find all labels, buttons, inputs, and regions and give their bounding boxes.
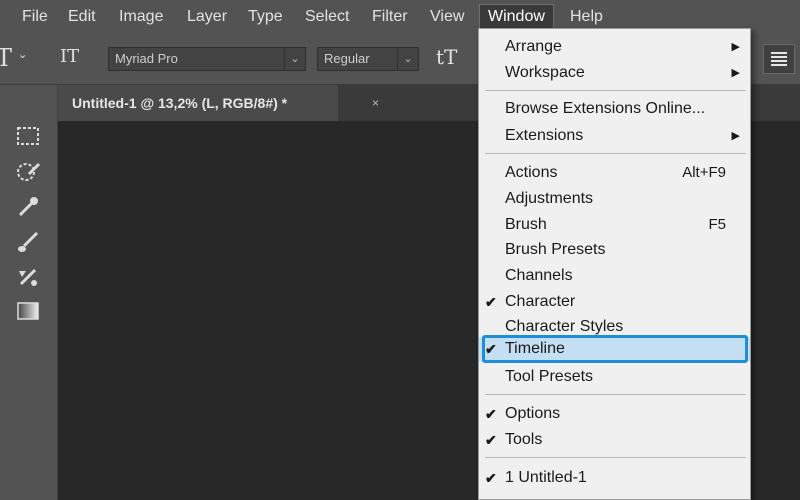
menu-window[interactable]: Window xyxy=(479,4,554,30)
menu-item-actions[interactable]: Actions Alt+F9 xyxy=(479,161,750,185)
checkmark-icon: ✔ xyxy=(485,470,497,486)
menu-item-label: Tools xyxy=(505,431,543,448)
chevron-down-icon: ⌄ xyxy=(397,48,418,70)
menu-item-label: Browse Extensions Online... xyxy=(505,100,706,117)
menu-item-options[interactable]: ✔ Options xyxy=(479,402,750,426)
menu-item-browse-extensions[interactable]: Browse Extensions Online... xyxy=(479,97,750,121)
font-style-value: Regular xyxy=(324,51,370,66)
menu-item-character[interactable]: ✔ Character xyxy=(479,290,750,314)
brush-tool-icon[interactable] xyxy=(14,230,42,258)
menu-separator xyxy=(485,90,746,91)
menu-item-label: Channels xyxy=(505,267,573,284)
menu-file[interactable]: File xyxy=(22,7,48,27)
menu-item-untitled-1[interactable]: ✔ 1 Untitled-1 xyxy=(479,466,750,490)
menu-item-label: Options xyxy=(505,405,561,422)
document-tab-title: Untitled-1 @ 13,2% (L, RGB/8#) * xyxy=(72,95,288,111)
font-family-value: Myriad Pro xyxy=(115,51,178,66)
checkmark-icon: ✔ xyxy=(485,432,497,448)
eyedropper-tool-icon[interactable] xyxy=(14,195,42,223)
menu-separator xyxy=(485,394,746,395)
tool-preset-chevron-icon[interactable]: ⌄ xyxy=(18,48,27,61)
menu-image[interactable]: Image xyxy=(119,7,163,27)
menu-item-extensions[interactable]: Extensions ▶ xyxy=(479,124,750,148)
menu-item-adjustments[interactable]: Adjustments xyxy=(479,187,750,211)
menu-select[interactable]: Select xyxy=(305,7,349,27)
font-style-select[interactable]: Regular ⌄ xyxy=(317,47,419,71)
menu-separator xyxy=(485,457,746,458)
font-family-select[interactable]: Myriad Pro ⌄ xyxy=(108,47,306,71)
menu-item-label: Adjustments xyxy=(505,190,594,207)
menu-item-label: Workspace xyxy=(505,64,585,81)
menu-separator xyxy=(485,153,746,154)
menu-item-label: Arrange xyxy=(505,38,562,55)
menu-item-label: Character xyxy=(505,293,576,310)
quick-selection-tool-icon[interactable] xyxy=(14,160,42,188)
marquee-tool-icon[interactable] xyxy=(14,125,42,153)
menu-item-label: 1 Untitled-1 xyxy=(505,469,587,486)
menu-item-label: Extensions xyxy=(505,127,584,144)
menu-item-label: Actions xyxy=(505,164,558,181)
menu-item-tools[interactable]: ✔ Tools xyxy=(479,428,750,452)
menu-view[interactable]: View xyxy=(430,7,464,27)
menu-item-arrange[interactable]: Arrange ▶ xyxy=(479,35,750,59)
menu-item-label: Brush Presets xyxy=(505,241,606,258)
menu-item-channels[interactable]: Channels xyxy=(479,264,750,288)
align-text-icon[interactable] xyxy=(763,44,795,74)
checkmark-icon: ✔ xyxy=(485,406,497,422)
menu-edit[interactable]: Edit xyxy=(68,7,96,27)
menu-filter[interactable]: Filter xyxy=(372,7,408,27)
submenu-arrow-icon: ▶ xyxy=(731,67,740,79)
clone-stamp-tool-icon[interactable] xyxy=(14,265,42,293)
window-menu-dropdown: Arrange ▶ Workspace ▶ Browse Extensions … xyxy=(478,28,751,500)
tools-panel xyxy=(0,85,58,500)
menu-item-tool-presets[interactable]: Tool Presets xyxy=(479,365,750,389)
toggle-orientation-icon[interactable]: IT xyxy=(60,46,79,67)
highlight-outline xyxy=(482,335,748,363)
menu-item-shortcut: F5 xyxy=(708,216,726,233)
menu-item-brush-presets[interactable]: Brush Presets xyxy=(479,238,750,262)
menu-item-workspace[interactable]: Workspace ▶ xyxy=(479,61,750,85)
chevron-down-icon: ⌄ xyxy=(284,48,305,70)
document-tab[interactable]: Untitled-1 @ 13,2% (L, RGB/8#) * xyxy=(58,85,338,121)
menu-type[interactable]: Type xyxy=(248,7,283,27)
submenu-arrow-icon: ▶ xyxy=(731,41,740,53)
checkmark-icon: ✔ xyxy=(485,294,497,310)
menu-item-label: Brush xyxy=(505,216,547,233)
menu-help[interactable]: Help xyxy=(570,7,603,27)
close-icon[interactable]: × xyxy=(372,85,379,121)
menu-item-brush[interactable]: Brush F5 xyxy=(479,213,750,237)
gradient-tool-icon[interactable] xyxy=(14,300,42,328)
submenu-arrow-icon: ▶ xyxy=(731,130,740,142)
menu-item-shortcut: Alt+F9 xyxy=(682,164,726,181)
menu-layer[interactable]: Layer xyxy=(187,7,227,27)
type-tool-icon[interactable]: T xyxy=(0,44,12,72)
menu-item-label: Tool Presets xyxy=(505,368,594,385)
font-size-icon: tT xyxy=(436,45,458,69)
